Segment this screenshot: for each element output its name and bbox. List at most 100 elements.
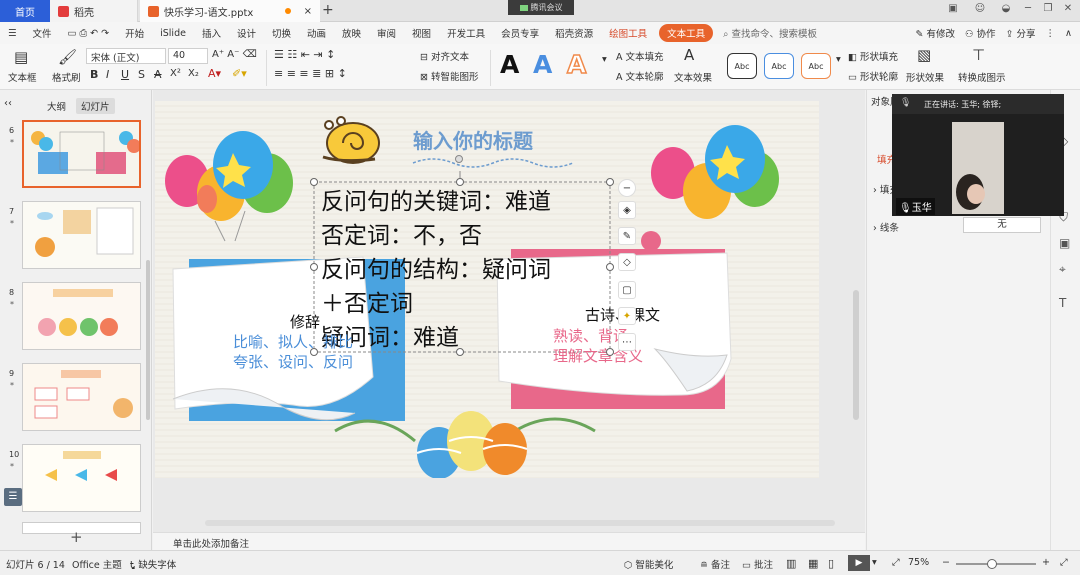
shape-outline-button[interactable]: ▭ 形状轮廓: [848, 69, 898, 83]
floating-more-icon[interactable]: ⋯: [618, 333, 636, 351]
align-icons[interactable]: ≡ ≡ ≡ ≣ ⊞ ↕: [274, 67, 347, 80]
menu-design[interactable]: 设计: [229, 26, 264, 40]
left-note-line-1[interactable]: 比喻、拟人、排比: [233, 331, 353, 352]
shape-style-2[interactable]: Abc: [764, 53, 794, 79]
horizontal-scrollbar[interactable]: [205, 520, 835, 526]
slide-thumbnail-9[interactable]: [22, 363, 141, 431]
body-text-box[interactable]: 反问句的关键词：难道 否定词：不，否 反问句的结构：疑问词 ＋否定词 疑问词：难…: [321, 185, 551, 355]
sidebar-text-icon[interactable]: T: [1059, 296, 1066, 310]
vertical-scrollbar[interactable]: [853, 290, 859, 420]
font-name-select[interactable]: 宋体 (正文): [86, 48, 166, 64]
align-text-button[interactable]: ⊟ 对齐文本: [420, 49, 469, 63]
smart-beautify-button[interactable]: ⬡ 智能美化: [624, 557, 673, 571]
menu-view[interactable]: 视图: [404, 26, 439, 40]
resize-handle[interactable]: [310, 178, 318, 186]
highlight-icon[interactable]: ✐▾: [232, 67, 247, 80]
text-effect-button[interactable]: 文本效果: [674, 70, 712, 84]
video-call-overlay[interactable]: 🎙 正在讲话: 玉华; 徐铎; 🎙玉华: [892, 94, 1064, 216]
left-note-label[interactable]: 修辞: [290, 311, 320, 332]
play-slideshow-icon[interactable]: ▶: [848, 555, 870, 571]
sidebar-location-icon[interactable]: ⌖: [1059, 262, 1066, 277]
collapse-panel-icon[interactable]: ‹‹: [4, 98, 12, 109]
floating-frame-icon[interactable]: ▢: [618, 281, 636, 299]
strikethrough-icon[interactable]: A: [154, 68, 162, 81]
comments-button[interactable]: ▭ 批注: [742, 557, 773, 571]
font-size-select[interactable]: 40: [168, 48, 208, 64]
slides-tab[interactable]: 幻灯片: [76, 98, 115, 114]
menu-resources[interactable]: 稻壳资源: [547, 26, 601, 40]
shape-style-3[interactable]: Abc: [801, 53, 831, 79]
outline-tab[interactable]: 大纲: [42, 98, 71, 114]
thumbnail-scrollbar[interactable]: [146, 260, 150, 420]
smart-shape-button[interactable]: ⊠ 转智能图形: [420, 69, 479, 83]
slide-thumbnail-10[interactable]: [22, 444, 141, 512]
menu-developer[interactable]: 开发工具: [439, 26, 493, 40]
format-painter-button[interactable]: 格式刷: [52, 70, 81, 84]
shape-style-more-icon[interactable]: ▾: [836, 54, 841, 65]
sidebar-image-icon[interactable]: ▣: [1059, 236, 1070, 250]
zoom-slider[interactable]: [956, 559, 1036, 569]
menu-slideshow[interactable]: 放映: [334, 26, 369, 40]
close-window-icon[interactable]: ✕: [1060, 3, 1076, 19]
minimize-icon[interactable]: ─: [1020, 3, 1036, 19]
text-style-blue[interactable]: A: [533, 50, 552, 79]
menu-list-icon[interactable]: ☰: [4, 488, 22, 506]
hamburger-menu-icon[interactable]: ☰: [0, 28, 25, 39]
shape-effect-button[interactable]: 形状效果: [906, 70, 944, 84]
has-changes-button[interactable]: ✎ 有修改: [915, 26, 955, 40]
text-style-more-icon[interactable]: ▾: [602, 54, 607, 65]
text-outline-button[interactable]: A 文本轮廓: [616, 69, 664, 83]
resize-handle[interactable]: [456, 178, 464, 186]
fit-window-icon[interactable]: ⤢: [892, 557, 900, 568]
resize-handle[interactable]: [310, 263, 318, 271]
zoom-out-button[interactable]: −: [942, 557, 950, 568]
menu-member[interactable]: 会员专享: [493, 26, 547, 40]
zoom-level[interactable]: 75%: [908, 557, 929, 568]
slideshow-dropdown-icon[interactable]: ▾: [872, 557, 877, 568]
bold-icon[interactable]: B: [90, 68, 98, 81]
skin-icon[interactable]: ◒: [998, 3, 1014, 19]
menu-file[interactable]: 文件: [25, 26, 60, 40]
text-effect-icon[interactable]: A: [684, 46, 694, 64]
slide-thumbnail-7[interactable]: [22, 201, 141, 269]
fullscreen-icon[interactable]: ⤢: [1060, 557, 1068, 568]
shadow-icon[interactable]: S: [138, 68, 145, 81]
menu-drawing-tools[interactable]: 绘图工具: [601, 26, 655, 40]
close-tab-icon[interactable]: ×: [304, 6, 312, 17]
line-section[interactable]: › 线条: [873, 220, 899, 234]
convert-diagram-button[interactable]: 转换成图示: [958, 70, 1006, 84]
add-slide-button[interactable]: +: [70, 528, 83, 546]
document-tab[interactable]: 快乐学习-语文.pptx ×: [140, 0, 320, 22]
text-fill-button[interactable]: A 文本填充: [616, 49, 664, 63]
font-color-icon[interactable]: A▾: [208, 67, 221, 80]
font-grow-shrink-icon[interactable]: A⁺ A⁻ ⌫: [212, 49, 257, 60]
notes-toggle-button[interactable]: ≘ 备注: [700, 557, 730, 571]
line-style-select[interactable]: 无: [963, 217, 1041, 233]
share-button[interactable]: ⇪ 分享: [1006, 26, 1036, 40]
superscript-icon[interactable]: X²: [170, 68, 181, 79]
text-style-orange-outline[interactable]: A: [566, 49, 587, 80]
italic-icon[interactable]: I: [106, 68, 109, 81]
notes-area[interactable]: 单击此处添加备注: [153, 532, 865, 550]
floating-layers-icon[interactable]: ◈: [618, 201, 636, 219]
menu-islide[interactable]: iSlide: [152, 28, 194, 39]
missing-font-button[interactable]: Ꮏ 缺失字体: [130, 557, 176, 571]
resize-handle[interactable]: [606, 263, 614, 271]
resize-handle[interactable]: [606, 178, 614, 186]
more-icon[interactable]: ⋮: [1046, 28, 1056, 39]
new-tab-button[interactable]: +: [322, 2, 334, 18]
zoom-slider-handle[interactable]: [987, 559, 997, 569]
collaborate-button[interactable]: ⚇ 协作: [965, 26, 996, 40]
slide-thumbnail-8[interactable]: [22, 282, 141, 350]
menu-transition[interactable]: 切换: [264, 26, 299, 40]
normal-view-icon[interactable]: ▥: [786, 557, 796, 570]
restore-icon[interactable]: ❐: [1040, 3, 1056, 19]
menu-review[interactable]: 审阅: [369, 26, 404, 40]
quick-save-icon[interactable]: ▭ ⎙ ↶ ↷: [60, 28, 118, 39]
sorter-view-icon[interactable]: ▦: [808, 557, 818, 570]
collapse-ribbon-icon[interactable]: ∧: [1065, 28, 1072, 39]
slide-thumbnail-6[interactable]: [22, 120, 141, 188]
floating-fill-icon[interactable]: ◇: [618, 253, 636, 271]
subscript-icon[interactable]: X₂: [188, 68, 199, 79]
resize-handle[interactable]: [456, 348, 464, 356]
